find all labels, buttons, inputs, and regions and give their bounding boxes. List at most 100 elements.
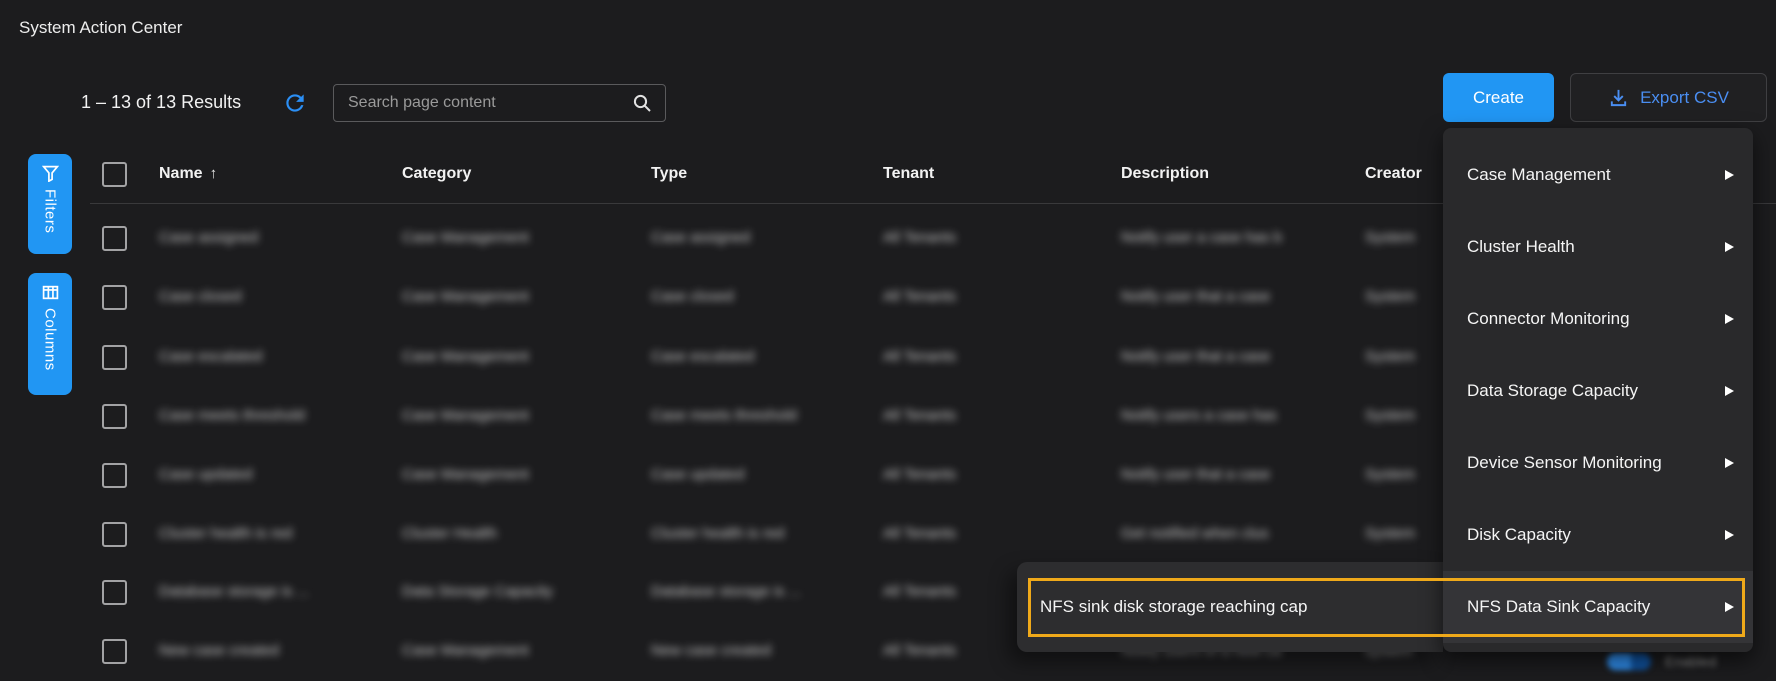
- column-header-description[interactable]: Description: [1121, 165, 1209, 183]
- cell-description: Notify user a case has b: [1121, 229, 1282, 246]
- search-input[interactable]: [334, 94, 631, 112]
- refresh-button[interactable]: [282, 90, 308, 116]
- cell-description: Notify users a case has: [1121, 407, 1277, 424]
- menu-item-label: Case Management: [1467, 165, 1611, 185]
- row-checkbox[interactable]: [102, 463, 127, 488]
- cell-type: Case meets threshold: [651, 407, 797, 424]
- create-menu-item-connector-monitoring[interactable]: Connector Monitoring: [1443, 283, 1753, 355]
- create-submenu-panel: NFS sink disk storage reaching cap: [1017, 562, 1443, 652]
- submenu-arrow-icon: [1725, 386, 1734, 396]
- cell-name: Database storage is ...: [159, 583, 309, 600]
- cell-category: Case Management: [402, 348, 529, 365]
- cell-tenant: All Tenants: [883, 583, 956, 600]
- cell-category: Data Storage Capacity: [402, 583, 553, 600]
- cell-tenant: All Tenants: [883, 288, 956, 305]
- cell-tenant: All Tenants: [883, 229, 956, 246]
- enabled-toggle-label: Enabled: [1665, 653, 1716, 669]
- cell-type: Case escalated: [651, 348, 754, 365]
- cell-tenant: All Tenants: [883, 525, 956, 542]
- column-header-type[interactable]: Type: [651, 165, 687, 183]
- menu-item-label: Device Sensor Monitoring: [1467, 453, 1662, 473]
- cell-tenant: All Tenants: [883, 642, 956, 659]
- cell-creator: System: [1365, 348, 1415, 365]
- cell-type: Database storage is ...: [651, 583, 801, 600]
- menu-item-label: Disk Capacity: [1467, 525, 1571, 545]
- cell-type: Case updated: [651, 466, 744, 483]
- cell-type: Case closed: [651, 288, 734, 305]
- columns-tab-label: Columns: [42, 308, 59, 371]
- cell-description: Notify user that a case: [1121, 348, 1270, 365]
- menu-item-label: Data Storage Capacity: [1467, 381, 1638, 401]
- cell-category: Case Management: [402, 642, 529, 659]
- cell-type: Cluster health is red: [651, 525, 784, 542]
- cell-name: Cluster health is red: [159, 525, 292, 542]
- filter-funnel-icon: [42, 165, 59, 182]
- submenu-arrow-icon: [1725, 530, 1734, 540]
- download-icon: [1608, 87, 1629, 108]
- create-button[interactable]: Create: [1443, 73, 1554, 122]
- submenu-arrow-icon: [1725, 314, 1734, 324]
- row-checkbox[interactable]: [102, 226, 127, 251]
- cell-creator: System: [1365, 525, 1415, 542]
- cell-type: Case assigned: [651, 229, 750, 246]
- filters-tab-label: Filters: [42, 189, 59, 233]
- column-header-name[interactable]: Name↑: [159, 165, 217, 183]
- row-checkbox[interactable]: [102, 345, 127, 370]
- menu-item-label: Connector Monitoring: [1467, 309, 1630, 329]
- row-checkbox[interactable]: [102, 639, 127, 664]
- cell-name: New case created: [159, 642, 279, 659]
- cell-tenant: All Tenants: [883, 348, 956, 365]
- cell-category: Case Management: [402, 466, 529, 483]
- row-checkbox[interactable]: [102, 522, 127, 547]
- cell-category: Case Management: [402, 288, 529, 305]
- submenu-arrow-icon: [1725, 242, 1734, 252]
- export-csv-button[interactable]: Export CSV: [1570, 73, 1767, 122]
- row-checkbox[interactable]: [102, 580, 127, 605]
- columns-tab[interactable]: Columns: [28, 273, 72, 395]
- refresh-icon: [282, 90, 308, 116]
- cell-name: Case escalated: [159, 348, 262, 365]
- cell-category: Case Management: [402, 407, 529, 424]
- enabled-toggle[interactable]: [1607, 653, 1651, 670]
- cell-name: Case closed: [159, 288, 242, 305]
- create-menu-panel: Case Management Cluster Health Connector M…: [1443, 128, 1753, 652]
- cell-category: Cluster Health: [402, 525, 497, 542]
- cell-tenant: All Tenants: [883, 466, 956, 483]
- submenu-item-nfs-sink-disk-storage[interactable]: NFS sink disk storage reaching cap: [1040, 597, 1307, 617]
- system-action-center-page: System Action Center 1 – 13 of 13 Result…: [0, 0, 1776, 681]
- create-menu-item-device-sensor-monitoring[interactable]: Device Sensor Monitoring: [1443, 427, 1753, 499]
- cell-description: Notify user that a case: [1121, 466, 1270, 483]
- columns-grid-icon: [42, 284, 59, 301]
- page-title: System Action Center: [19, 18, 182, 38]
- column-header-creator[interactable]: Creator: [1365, 165, 1422, 183]
- create-menu-item-cluster-health[interactable]: Cluster Health: [1443, 211, 1753, 283]
- sort-asc-icon: ↑: [210, 165, 218, 182]
- cell-creator: System: [1365, 407, 1415, 424]
- filters-tab[interactable]: Filters: [28, 154, 72, 254]
- cell-creator: System: [1365, 466, 1415, 483]
- create-menu-item-case-management[interactable]: Case Management: [1443, 139, 1753, 211]
- menu-item-label: Cluster Health: [1467, 237, 1575, 257]
- cell-creator: System: [1365, 229, 1415, 246]
- create-menu-item-nfs-data-sink-capacity[interactable]: NFS Data Sink Capacity: [1443, 571, 1753, 643]
- cell-category: Case Management: [402, 229, 529, 246]
- create-menu-item-data-storage-capacity[interactable]: Data Storage Capacity: [1443, 355, 1753, 427]
- cell-name: Case assigned: [159, 229, 258, 246]
- cell-description: Notify user that a case: [1121, 288, 1270, 305]
- cell-name: Case updated: [159, 466, 252, 483]
- select-all-checkbox[interactable]: [102, 162, 127, 187]
- row-checkbox[interactable]: [102, 404, 127, 429]
- submenu-arrow-icon: [1725, 458, 1734, 468]
- search-icon: [631, 92, 653, 114]
- menu-item-label: NFS Data Sink Capacity: [1467, 597, 1650, 617]
- column-header-tenant[interactable]: Tenant: [883, 165, 934, 183]
- submenu-arrow-icon: [1725, 170, 1734, 180]
- create-menu-item-disk-capacity[interactable]: Disk Capacity: [1443, 499, 1753, 571]
- row-checkbox[interactable]: [102, 285, 127, 310]
- cell-name: Case meets threshold: [159, 407, 305, 424]
- column-header-category[interactable]: Category: [402, 165, 471, 183]
- cell-tenant: All Tenants: [883, 407, 956, 424]
- cell-description: Get notified when clus: [1121, 525, 1269, 542]
- cell-type: New case created: [651, 642, 771, 659]
- export-csv-label: Export CSV: [1640, 88, 1729, 108]
